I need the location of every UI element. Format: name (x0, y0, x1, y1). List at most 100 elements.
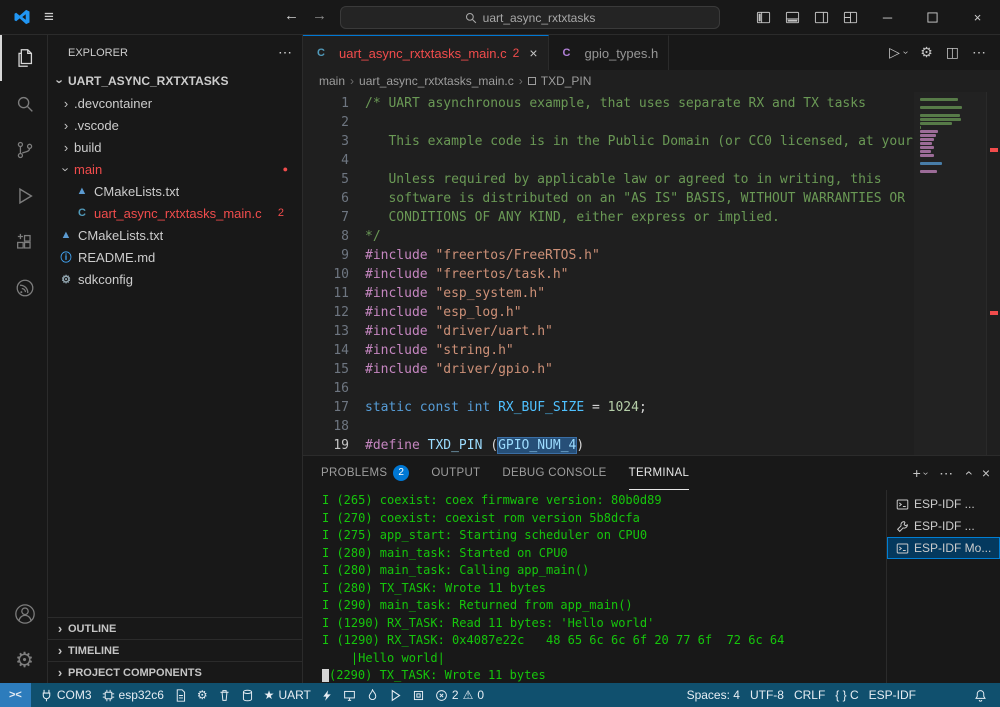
status-debug[interactable] (384, 683, 407, 707)
panel-actions: + › ⋯ › × (913, 465, 990, 482)
terminal-text: I (1290) RX_TASK: Read 11 bytes: 'Hello … (322, 616, 654, 630)
status-encoding[interactable]: UTF-8 (745, 683, 789, 707)
status-full-clean[interactable] (213, 683, 236, 707)
status-remote[interactable]: >< (0, 683, 31, 707)
section-project-components[interactable]: ›PROJECT COMPONENTS (48, 661, 302, 683)
terminal-line: I (270) coexist: coexist rom version 5b8… (322, 510, 886, 528)
panel-tab-terminal[interactable]: TERMINAL (629, 456, 690, 490)
status-language-mode[interactable]: { } C (830, 683, 863, 707)
file-readme-md[interactable]: ⓘREADME.md (48, 246, 302, 268)
status-esp-idf-version[interactable]: ESP-IDF (864, 683, 921, 707)
folder-build[interactable]: ›build (48, 136, 302, 158)
activitybar-esp-idf[interactable] (0, 265, 47, 311)
panel-body: I (265) coexist: coex firmware version: … (303, 490, 1000, 683)
customize-layout-icon[interactable] (843, 10, 858, 25)
overview-ruler[interactable] (986, 92, 1000, 455)
activitybar-extensions[interactable] (0, 219, 47, 265)
status-build-flash-monitor[interactable] (361, 683, 384, 707)
breadcrumb-item[interactable]: main (319, 74, 345, 88)
status-device-target[interactable]: esp32c6 (97, 683, 169, 707)
code-token: software is distributed on an "AS IS" BA… (365, 191, 905, 206)
code-token (490, 400, 498, 415)
run-button[interactable]: ▷ (889, 44, 900, 61)
status-flash-method[interactable]: ★UART (259, 683, 316, 707)
editor-tab[interactable]: Cuart_async_rxtxtasks_main.c2× (303, 35, 549, 70)
file-cmakelists-txt[interactable]: ▲CMakeLists.txt (48, 180, 302, 202)
terminal-text: I (1290) RX_TASK: 0x4087e22c 48 65 6c 6c… (322, 633, 784, 647)
toggle-secondary-sidebar-icon[interactable] (814, 10, 829, 25)
activitybar-run-debug[interactable] (0, 173, 47, 219)
code-editor[interactable]: 12345678910111213141516171819 /* UART as… (303, 92, 1000, 455)
activitybar-source-control[interactable] (0, 127, 47, 173)
panel-more-icon[interactable]: ⋯ (939, 465, 953, 482)
file-uart-async-rxtxtasks-main-c[interactable]: Cuart_async_rxtxtasks_main.c2 (48, 202, 302, 224)
status-qemu[interactable] (407, 683, 430, 707)
line-number: 12 (303, 303, 349, 322)
folder-main[interactable]: ›main● (48, 158, 302, 180)
settings-gear-icon[interactable]: ⚙ (920, 44, 933, 61)
status-build[interactable] (236, 683, 259, 707)
status-notifications[interactable] (969, 683, 992, 707)
more-actions-icon[interactable]: ⋯ (972, 44, 986, 61)
run-dropdown-icon[interactable]: › (900, 51, 911, 54)
tree-root[interactable]: › UART_ASYNC_RXTXTASKS (48, 70, 302, 92)
terminal-session[interactable]: ESP-IDF ... (887, 493, 1000, 515)
folder--vscode[interactable]: ›.vscode (48, 114, 302, 136)
close-panel-icon[interactable]: × (982, 465, 990, 481)
command-center-search[interactable]: uart_async_rxtxtasks (340, 6, 720, 29)
search-icon (465, 12, 477, 24)
toggle-panel-icon[interactable] (785, 10, 800, 25)
breadcrumb-item[interactable]: uart_async_rxtxtasks_main.c (359, 74, 514, 88)
status-flash[interactable] (316, 683, 338, 707)
status-menuconfig[interactable]: ⚙ (192, 683, 213, 707)
code-line: */ (365, 227, 914, 246)
split-editor-icon[interactable]: ◫ (946, 44, 959, 61)
activitybar-search[interactable] (0, 81, 47, 127)
file-cmakelists-txt[interactable]: ▲CMakeLists.txt (48, 224, 302, 246)
menu-icon[interactable]: ≡ (44, 7, 54, 27)
section-timeline[interactable]: ›TIMELINE (48, 639, 302, 661)
activitybar-accounts[interactable] (0, 591, 47, 637)
forward-button[interactable]: → (312, 7, 327, 24)
panel-tab-label: PROBLEMS (321, 467, 387, 479)
close-icon[interactable]: × (529, 45, 537, 61)
status-project-conf[interactable] (169, 683, 192, 707)
maximize-button[interactable] (910, 0, 955, 35)
terminal-session[interactable]: ESP-IDF ... (887, 515, 1000, 537)
panel-tab-label: OUTPUT (431, 467, 480, 479)
minimize-button[interactable]: ─ (865, 0, 910, 35)
status-indentation[interactable]: Spaces: 4 (682, 683, 745, 707)
close-button[interactable]: × (955, 0, 1000, 35)
code-line (365, 151, 914, 170)
minimap-line (920, 114, 960, 117)
file-sdkconfig[interactable]: ⚙sdkconfig (48, 268, 302, 290)
back-button[interactable]: ← (284, 7, 299, 24)
panel-tabs: PROBLEMS2 OUTPUT DEBUG CONSOLE TERMINAL (321, 456, 711, 490)
maximize-panel-icon[interactable]: › (959, 471, 975, 476)
code-token: Unless required by applicable law or agr… (365, 172, 882, 187)
status-eol[interactable]: CRLF (789, 683, 830, 707)
status-problems[interactable]: 2⚠0 (430, 683, 489, 707)
breadcrumb-item[interactable]: TXD_PIN (541, 74, 592, 88)
minimap[interactable] (914, 92, 986, 455)
activitybar-settings[interactable]: ⚙ (0, 637, 47, 683)
panel-tab-debug-console[interactable]: DEBUG CONSOLE (502, 456, 606, 490)
chevron-icon: › (52, 665, 68, 680)
terminal-session[interactable]: ESP-IDF Mo... (887, 537, 1000, 559)
terminal-dropdown-icon[interactable]: › (920, 471, 931, 474)
section-outline[interactable]: ›OUTLINE (48, 617, 302, 639)
explorer-more-icon[interactable]: ⋯ (278, 44, 292, 61)
folder--devcontainer[interactable]: ›.devcontainer (48, 92, 302, 114)
sidebar-header: EXPLORER ⋯ (48, 35, 302, 70)
toggle-sidebar-icon[interactable] (756, 10, 771, 25)
line-numbers: 12345678910111213141516171819 (303, 92, 365, 455)
panel-tab-problems[interactable]: PROBLEMS2 (321, 456, 409, 490)
code-token: ) (576, 438, 584, 453)
panel-tab-output[interactable]: OUTPUT (431, 456, 480, 490)
code-token: "driver/uart.h" (435, 324, 552, 339)
status-monitor[interactable] (338, 683, 361, 707)
status-serial-port[interactable]: COM3 (35, 683, 97, 707)
terminal-output[interactable]: I (265) coexist: coex firmware version: … (303, 490, 886, 683)
activitybar-explorer[interactable] (0, 35, 47, 81)
editor-tab[interactable]: Cgpio_types.h (549, 35, 670, 70)
